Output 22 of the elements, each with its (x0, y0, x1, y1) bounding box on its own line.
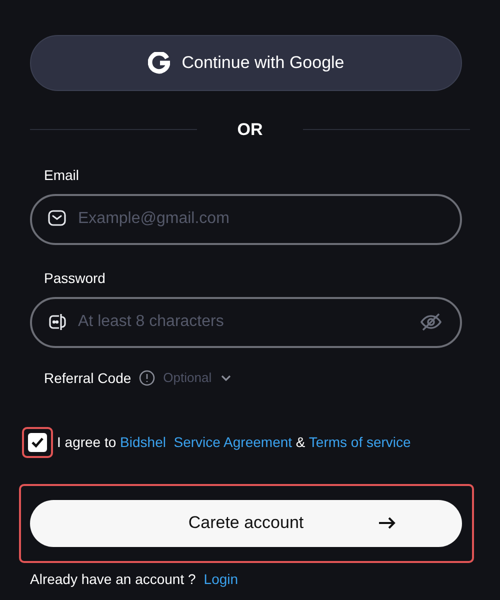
input-field[interactable]: At least 8 characters (30, 296, 462, 348)
agree-checkbox[interactable] (28, 432, 47, 452)
lock-icon (48, 312, 66, 330)
create-account-button[interactable]: Carete account (30, 500, 462, 546)
terms-link[interactable]: Terms of service (308, 434, 411, 450)
envelope-icon (48, 210, 66, 226)
input-field[interactable]: Example@gmail.com (30, 194, 462, 244)
google-button[interactable]: Continue with Google (30, 35, 462, 91)
google-logo-icon (148, 52, 170, 74)
agreement-text: I agree to Bidshel Service Agreement & Terms of service (57, 432, 411, 452)
login-link[interactable]: Login (204, 568, 238, 590)
footer-text: Already have an account ? (30, 570, 196, 589)
eye-off-icon[interactable] (420, 312, 442, 332)
chevron-icon (220, 374, 232, 382)
field-label: Password (44, 268, 106, 288)
info-icon (139, 370, 156, 386)
field-label: Email (44, 166, 80, 184)
checkmark-icon (31, 436, 44, 448)
arrow-right-icon (378, 517, 396, 529)
divider-label: OR (236, 119, 264, 141)
referral-label: Referral Code (44, 368, 132, 388)
service-agreement-link[interactable]: Bidshel Service Agreement (120, 434, 292, 450)
